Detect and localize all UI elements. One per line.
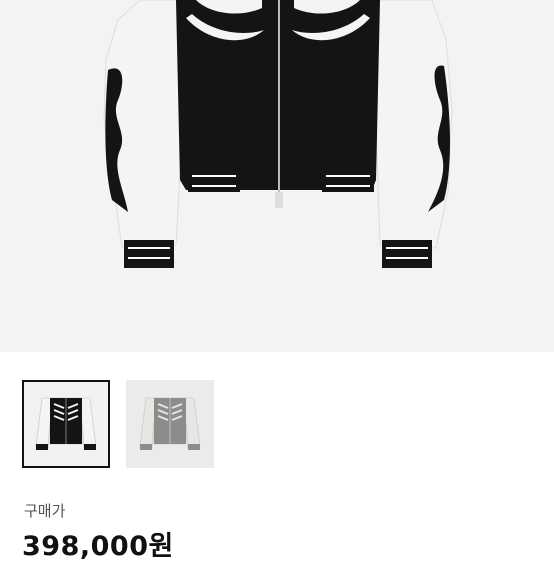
- product-main-image: [0, 0, 554, 352]
- thumbnail-grey-jacket[interactable]: [126, 380, 214, 468]
- image-thumbnails: [22, 380, 214, 468]
- jacket-image: [103, 0, 453, 268]
- black-jacket-thumbnail-icon: [35, 397, 97, 450]
- purchase-price: 398,000원: [22, 531, 174, 562]
- thumbnail-black-jacket[interactable]: [22, 380, 110, 468]
- purchase-price-label: 구매가: [24, 502, 66, 520]
- grey-jacket-thumbnail-icon: [139, 397, 201, 450]
